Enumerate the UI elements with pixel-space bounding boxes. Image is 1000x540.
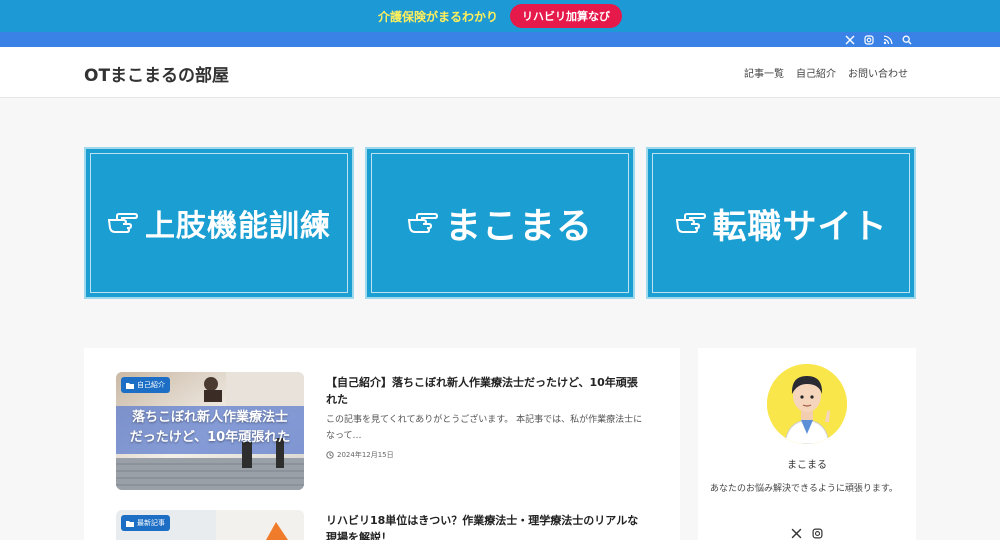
search-icon[interactable] <box>902 35 912 45</box>
instagram-icon[interactable] <box>812 528 823 539</box>
avatar <box>767 364 847 444</box>
site-title[interactable]: OTまこまるの部屋 <box>84 61 229 86</box>
x-icon[interactable] <box>791 528 802 539</box>
folder-icon <box>126 382 134 389</box>
banner-label: 転職サイト <box>712 206 888 247</box>
thumbnail-caption: 落ちこぼれ新人作業療法士 だったけど、10年頑張れた <box>129 410 291 445</box>
article-title[interactable]: リハビリ18単位はきつい？作業療法士・理学療法士のリアルな現場を解説！ <box>326 512 646 540</box>
profile-social-icons <box>698 528 916 539</box>
notice-text: 介護保険がまるわかり <box>377 9 498 24</box>
banner-label: 上肢機能訓練 <box>145 209 331 244</box>
article-thumbnail[interactable]: 落ちこぼれ新人作業療法士 だったけど、10年頑張れた 自己紹介 <box>116 372 304 490</box>
profile-description: あなたのお悩み解決できるように頑張ります。 <box>710 484 898 494</box>
article-excerpt: この記事を見てくれてありがとうございます。 本記事では、私が作業療法士になって… <box>326 415 643 441</box>
article-card[interactable]: 最新記事 リハビリ18単位はきつい？作業療法士・理学療法士のリアルな現場を解説！ <box>116 510 656 540</box>
x-icon[interactable] <box>845 35 855 45</box>
site-header: OTまこまるの部屋 記事一覧 自己紹介 お問い合わせ <box>0 47 1000 98</box>
article-thumbnail[interactable]: 最新記事 <box>116 510 304 540</box>
rss-icon[interactable] <box>883 35 893 45</box>
pointing-hand-icon <box>107 211 139 235</box>
profile-name: まこまる <box>787 460 827 471</box>
banner-label: まこまる <box>444 206 593 247</box>
clock-icon <box>326 451 334 459</box>
profile-widget: まこまる あなたのお悩み解決できるように頑張ります。 <box>698 348 916 540</box>
top-bar <box>0 32 1000 47</box>
notice-bar: 介護保険がまるわかり リハビリ加算なび <box>0 0 1000 32</box>
article-title[interactable]: 【自己紹介】落ちこぼれ新人作業療法士だったけど、10年頑張れた <box>326 374 646 408</box>
folder-icon <box>126 520 134 527</box>
notice-button[interactable]: リハビリ加算なび <box>510 4 622 28</box>
nav-item-profile[interactable]: 自己紹介 <box>796 65 836 80</box>
banner-upper-limb[interactable]: 上肢機能訓練 <box>84 147 354 299</box>
banner-job-site[interactable]: 転職サイト <box>646 147 916 299</box>
article-date: 2024年12月15日 <box>326 450 394 460</box>
social-icons <box>845 32 912 47</box>
banner-makomaru[interactable]: まこまる <box>365 147 635 299</box>
main-nav: 記事一覧 自己紹介 お問い合わせ <box>744 65 908 80</box>
nav-item-contact[interactable]: お問い合わせ <box>848 65 908 80</box>
nav-item-articles[interactable]: 記事一覧 <box>744 65 784 80</box>
article-card[interactable]: 落ちこぼれ新人作業療法士 だったけど、10年頑張れた 自己紹介 【自己紹介】落ち… <box>116 372 656 490</box>
article-list: 落ちこぼれ新人作業療法士 だったけど、10年頑張れた 自己紹介 【自己紹介】落ち… <box>84 348 680 540</box>
instagram-icon[interactable] <box>864 34 874 45</box>
category-badge[interactable]: 最新記事 <box>121 515 170 531</box>
category-badge[interactable]: 自己紹介 <box>121 377 170 393</box>
pointing-hand-icon <box>407 211 439 235</box>
pointing-hand-icon <box>675 211 707 235</box>
